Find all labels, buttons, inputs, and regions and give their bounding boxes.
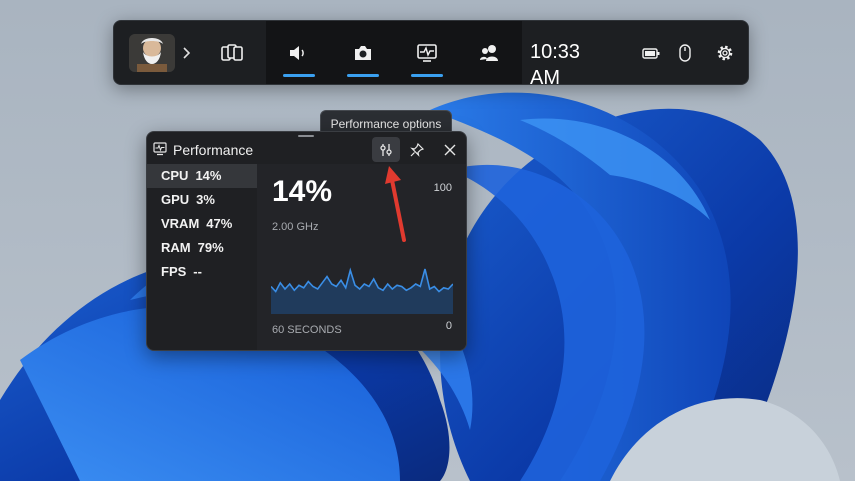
profile-avatar[interactable] — [129, 34, 175, 72]
metric-value: 3% — [196, 192, 215, 207]
performance-options-button[interactable] — [372, 137, 400, 162]
metric-item-gpu[interactable]: GPU 3% — [147, 188, 257, 212]
graph-axis-min: 0 — [445, 320, 452, 332]
close-button[interactable] — [436, 137, 464, 162]
performance-title: Performance — [173, 142, 254, 158]
gear-icon[interactable] — [714, 42, 736, 64]
metric-item-fps[interactable]: FPS -- — [147, 260, 257, 284]
metric-value: -- — [193, 264, 202, 279]
metric-list: CPU 14% GPU 3% VRAM 47% RAM 79% FPS -- — [147, 164, 257, 284]
pin-icon — [410, 142, 425, 157]
current-usage-value: 14% — [272, 175, 333, 208]
metric-label: RAM — [161, 240, 191, 255]
performance-title-icon — [153, 142, 167, 156]
social-widget-icon[interactable] — [476, 41, 504, 65]
metric-value: 14% — [195, 168, 222, 183]
metric-label: VRAM — [161, 216, 200, 231]
metric-label: FPS — [161, 264, 187, 279]
cpu-usage-graph — [271, 267, 453, 314]
performance-widget-icon[interactable] — [413, 41, 441, 65]
performance-widget-active-indicator — [411, 74, 443, 77]
graph-time-window: 60 SECONDS — [272, 324, 342, 336]
drag-handle[interactable] — [298, 135, 314, 137]
chevron-right-icon[interactable] — [180, 43, 194, 63]
metric-label: GPU — [161, 192, 190, 207]
metric-value: 79% — [197, 240, 224, 255]
metric-detail-panel: 14% 2.00 GHz 100 60 SECONDS 0 — [257, 164, 466, 350]
mouse-icon[interactable] — [675, 42, 695, 64]
battery-icon[interactable] — [641, 43, 661, 63]
metric-item-ram[interactable]: RAM 79% — [147, 236, 257, 260]
clock-time: 10:33 AM — [530, 41, 581, 89]
metric-item-vram[interactable]: VRAM 47% — [147, 212, 257, 236]
game-bar: 10:33 AM — [113, 20, 749, 89]
widget-menu-icon[interactable] — [218, 41, 246, 65]
cpu-usage-graph-fill — [271, 269, 453, 314]
metric-label: CPU — [161, 168, 189, 183]
cpu-frequency: 2.00 GHz — [272, 221, 319, 233]
metric-item-cpu[interactable]: CPU 14% — [147, 164, 257, 188]
audio-widget-active-indicator — [283, 74, 315, 77]
capture-widget-active-indicator — [347, 74, 379, 77]
graph-axis-max: 100 — [433, 182, 452, 194]
close-icon — [444, 144, 456, 155]
capture-widget-icon[interactable] — [349, 41, 377, 65]
audio-widget-icon[interactable] — [284, 41, 312, 65]
annotation-arrow — [385, 166, 406, 242]
sliders-icon — [380, 143, 392, 156]
metric-value: 47% — [206, 216, 233, 231]
pin-button[interactable] — [403, 137, 431, 162]
